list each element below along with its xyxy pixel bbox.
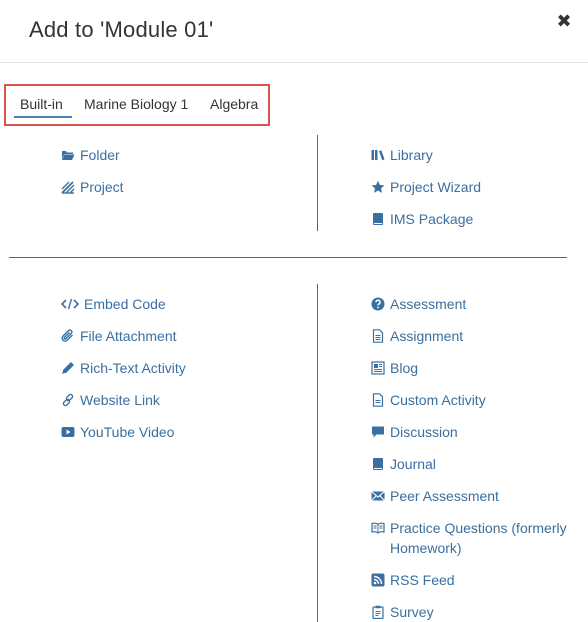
top-column-divider — [317, 135, 318, 231]
active-tab-indicator — [14, 116, 72, 118]
rss-icon — [371, 573, 385, 587]
add-ims-package-link[interactable]: IMS Package — [371, 209, 473, 229]
add-project-link[interactable]: Project — [61, 177, 124, 197]
clipboard-icon — [371, 605, 385, 619]
add-assignment-link[interactable]: Assignment — [371, 326, 463, 346]
star-icon — [371, 180, 385, 194]
add-file-attachment-link[interactable]: File Attachment — [61, 326, 177, 346]
add-assessment-link[interactable]: Assessment — [371, 294, 466, 314]
open-book-icon — [371, 521, 385, 535]
tab-bar: Built-in Marine Biology 1 Algebra — [4, 84, 270, 126]
file-text-icon — [371, 329, 385, 343]
add-custom-activity-link[interactable]: Custom Activity — [371, 390, 486, 410]
book-icon — [371, 212, 385, 226]
close-icon: ✖ — [556, 11, 572, 31]
youtube-icon — [61, 425, 75, 439]
add-blog-link[interactable]: Blog — [371, 358, 418, 378]
library-icon — [371, 148, 385, 162]
envelope-icon — [371, 489, 385, 503]
close-button[interactable]: ✖ — [554, 10, 574, 32]
add-to-module-dialog: Add to 'Module 01' ✖ Built-in Marine Bio… — [0, 0, 588, 622]
add-journal-link[interactable]: Journal — [371, 454, 436, 474]
project-icon — [61, 180, 75, 194]
add-website-link-link[interactable]: Website Link — [61, 390, 160, 410]
add-rich-text-activity-link[interactable]: Rich-Text Activity — [61, 358, 186, 378]
code-icon — [61, 297, 79, 311]
add-folder-link[interactable]: Folder — [61, 145, 120, 165]
add-project-wizard-link[interactable]: Project Wizard — [371, 177, 481, 197]
journal-icon — [371, 457, 385, 471]
section-divider — [9, 257, 567, 258]
modal-header: Add to 'Module 01' ✖ — [0, 0, 588, 63]
pencil-icon — [61, 361, 75, 375]
tab-algebra[interactable]: Algebra — [210, 96, 258, 112]
bottom-column-divider — [317, 284, 318, 622]
add-youtube-video-link[interactable]: YouTube Video — [61, 422, 174, 442]
question-circle-icon — [371, 297, 385, 311]
comment-icon — [371, 425, 385, 439]
add-discussion-link[interactable]: Discussion — [371, 422, 458, 442]
tab-marine-biology-1[interactable]: Marine Biology 1 — [84, 96, 188, 112]
link-icon — [61, 393, 75, 407]
tab-built-in[interactable]: Built-in — [20, 96, 63, 112]
folder-open-icon — [61, 148, 75, 162]
add-library-link[interactable]: Library — [371, 145, 433, 165]
add-survey-link[interactable]: Survey — [371, 602, 434, 622]
add-practice-questions-link[interactable]: Practice Questions (formerly Homework) — [371, 518, 588, 558]
newspaper-icon — [371, 361, 385, 375]
add-embed-code-link[interactable]: Embed Code — [61, 294, 166, 314]
paperclip-icon — [61, 329, 75, 343]
add-rss-feed-link[interactable]: RSS Feed — [371, 570, 455, 590]
file-icon — [371, 393, 385, 407]
modal-title: Add to 'Module 01' — [29, 17, 214, 42]
add-peer-assessment-link[interactable]: Peer Assessment — [371, 486, 499, 506]
